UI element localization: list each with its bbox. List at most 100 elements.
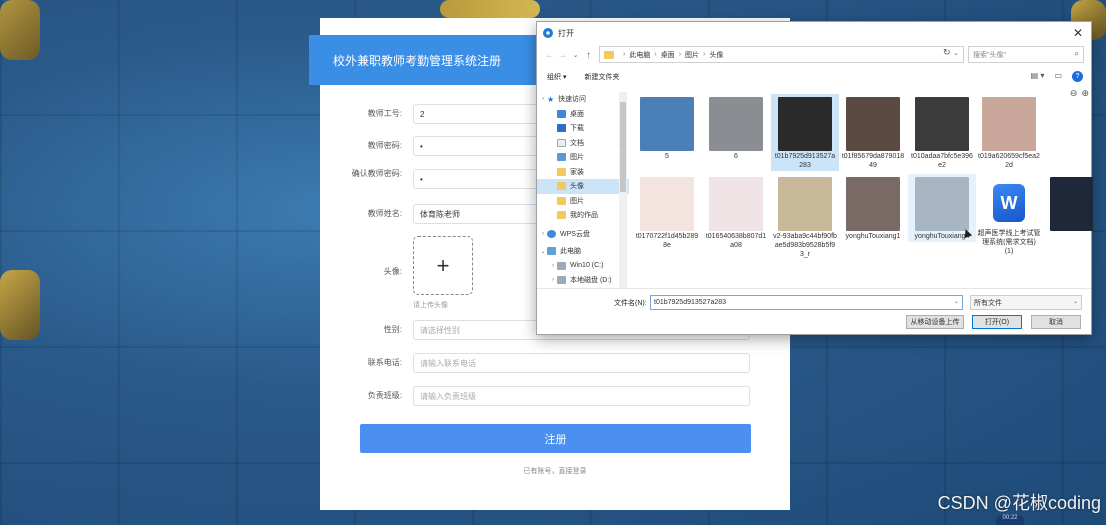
document-icon	[557, 138, 566, 147]
image-thumbnail	[1050, 177, 1093, 231]
file-type-value: 所有文件	[974, 299, 1002, 307]
file-item[interactable]: v2-93aba9c44bf90fbae5d983b9528b5f93_r	[771, 174, 839, 259]
file-type-select[interactable]: 所有文件 ⌄	[970, 295, 1082, 310]
image-thumbnail	[846, 177, 900, 231]
nav-item[interactable]: 桌面📌	[537, 107, 629, 122]
open-button[interactable]: 打开(O)	[972, 315, 1022, 329]
folder-icon	[557, 182, 566, 191]
divider	[537, 288, 1091, 289]
file-item[interactable]: t0170722f1d45b2898e	[633, 174, 701, 251]
nav-item[interactable]: › WPS云盘	[537, 227, 629, 242]
expand-chevron-icon[interactable]: ›	[549, 263, 557, 269]
upload-from-mobile-button[interactable]: 从移动设备上传	[906, 315, 964, 329]
nav-item-label: 此电脑	[560, 248, 581, 256]
nav-item-label: 下载	[570, 125, 584, 133]
watermark: CSDN @花椒coding	[937, 493, 1101, 513]
navigation-scrollbar[interactable]	[619, 92, 627, 288]
expand-chevron-icon[interactable]: ›	[539, 231, 547, 237]
breadcrumb-this-pc[interactable]: 此电脑	[629, 50, 650, 60]
close-icon[interactable]: ✕	[1073, 26, 1083, 40]
nav-item-label: 桌面	[570, 110, 584, 118]
class-input[interactable]: 请输入负责班级	[413, 386, 750, 406]
file-item[interactable]: t010adaa7bfc5e396e2	[908, 94, 976, 171]
view-options-icon[interactable]: ▤ ▾	[1031, 71, 1045, 82]
chevron-down-icon[interactable]: ⌄	[953, 49, 959, 57]
background-decoration	[440, 0, 540, 18]
breadcrumb-pictures[interactable]: 图片	[685, 50, 699, 60]
file-item[interactable]: t01b7925d913527a283	[771, 94, 839, 171]
file-name: t016540638b807d1a08	[705, 233, 767, 249]
up-arrow-icon[interactable]: ↑	[582, 50, 595, 61]
zoom-in-icon[interactable]: ⊕	[1081, 88, 1089, 99]
nav-item[interactable]: 图片	[537, 194, 629, 209]
view-controls: ▤ ▾ ▭ ?	[1031, 71, 1083, 82]
image-thumbnail	[778, 97, 832, 151]
refresh-icon[interactable]: ↻	[943, 47, 951, 58]
file-item[interactable]: 5	[633, 94, 701, 162]
expand-chevron-icon[interactable]: ›	[549, 277, 557, 283]
nav-item[interactable]: 我的作品	[537, 208, 629, 223]
file-name-value: t01b7925d913527a283	[654, 299, 727, 306]
address-bar[interactable]: › 此电脑 › 桌面 › 图片 › 头像 ⌄	[599, 46, 964, 63]
expand-chevron-icon[interactable]: ⌄	[539, 248, 547, 255]
nav-item[interactable]: 下载📌	[537, 121, 629, 136]
nav-item[interactable]: 头像	[537, 179, 629, 194]
preview-pane-icon[interactable]: ▭	[1054, 71, 1062, 82]
file-name: t010adaa7bfc5e396e2	[911, 153, 973, 169]
organize-button[interactable]: 组织 ▾	[547, 72, 566, 82]
image-thumbnail	[709, 97, 763, 151]
image-thumbnail	[709, 177, 763, 231]
confirm-password-label: 确认教师密码:	[351, 169, 402, 178]
file-name: v2-93aba9c44bf90fbae5d983b9528b5f93_r	[773, 233, 837, 258]
breadcrumb-desktop[interactable]: 桌面	[661, 50, 675, 60]
drive-icon	[557, 261, 566, 270]
expand-chevron-icon[interactable]: ›	[539, 96, 547, 102]
cloud-icon	[547, 229, 556, 238]
navigation-pane: ›★快速访问桌面📌下载📌文档📌图片📌家装头像图片我的作品 ›WPS云盘 ⌄ 此电脑 ›W…	[537, 92, 629, 288]
zoom-out-icon[interactable]: ⊖	[1070, 88, 1078, 99]
forward-arrow-icon[interactable]: →	[556, 50, 569, 61]
file-list: ⊖ ⊕ 5 6 t01b7925d913527a283 t01f85679da8790…	[633, 88, 1093, 288]
register-button[interactable]: 注册	[360, 424, 751, 453]
avatar-upload-button[interactable]: +	[413, 236, 473, 295]
chevron-down-icon[interactable]: ⌄	[954, 298, 959, 305]
time-badge: 00:22	[996, 515, 1024, 525]
login-link[interactable]: 已有账号，直接登录	[320, 466, 790, 476]
nav-item-label: 快速访问	[558, 96, 586, 104]
image-thumbnail	[778, 177, 832, 231]
back-arrow-icon[interactable]: ←	[543, 50, 556, 61]
nav-item[interactable]: › Win10 (C:)	[537, 259, 629, 274]
password-label: 教师密码:	[367, 141, 402, 150]
scrollbar-thumb[interactable]	[620, 102, 626, 192]
file-name-input[interactable]: t01b7925d913527a283 ⌄	[650, 295, 963, 310]
file-item[interactable]: yonghuTouxiang1	[839, 174, 907, 242]
nav-item[interactable]: ⌄ 此电脑	[537, 244, 629, 259]
file-name: 超声医学线上考试管理系统(需求文档) (1)	[977, 230, 1041, 255]
nav-item[interactable]: 图片📌	[537, 150, 629, 165]
file-item[interactable]: t019a620659cf5ea22d	[975, 94, 1043, 171]
new-folder-button[interactable]: 新建文件夹	[584, 72, 619, 82]
search-placeholder: 搜索"头像"	[973, 51, 1006, 59]
nav-item[interactable]: 家装	[537, 165, 629, 180]
nav-item-label: 头像	[570, 183, 584, 191]
dialog-titlebar: 打开 ✕	[537, 22, 1091, 44]
nav-item[interactable]: › 本地磁盘 (D:)	[537, 273, 629, 288]
file-name: 6	[734, 153, 738, 160]
nav-item[interactable]: › ★ 快速访问	[537, 92, 629, 107]
help-icon[interactable]: ?	[1072, 71, 1083, 82]
file-item[interactable]: t016540638b807d1a08	[702, 174, 770, 251]
search-input[interactable]: 搜索"头像" ⌕	[968, 46, 1084, 63]
file-item[interactable]	[1043, 174, 1093, 233]
drive-icon	[557, 276, 566, 285]
desktop-icon	[557, 109, 566, 118]
file-item[interactable]: t01f85679da87901849	[839, 94, 907, 171]
breadcrumb-avatar[interactable]: 头像	[709, 50, 723, 60]
file-item[interactable]: W 超声医学线上考试管理系统(需求文档) (1)	[975, 174, 1043, 256]
file-item[interactable]: 6	[702, 94, 770, 162]
nav-item[interactable]: 文档📌	[537, 136, 629, 151]
history-dropdown-icon[interactable]: ⌄	[569, 51, 582, 59]
phone-input[interactable]: 请输入联系电话	[413, 353, 750, 373]
cancel-button[interactable]: 取消	[1031, 315, 1081, 329]
folder-icon	[604, 50, 614, 59]
upload-hint: 请上传头像	[413, 302, 448, 309]
